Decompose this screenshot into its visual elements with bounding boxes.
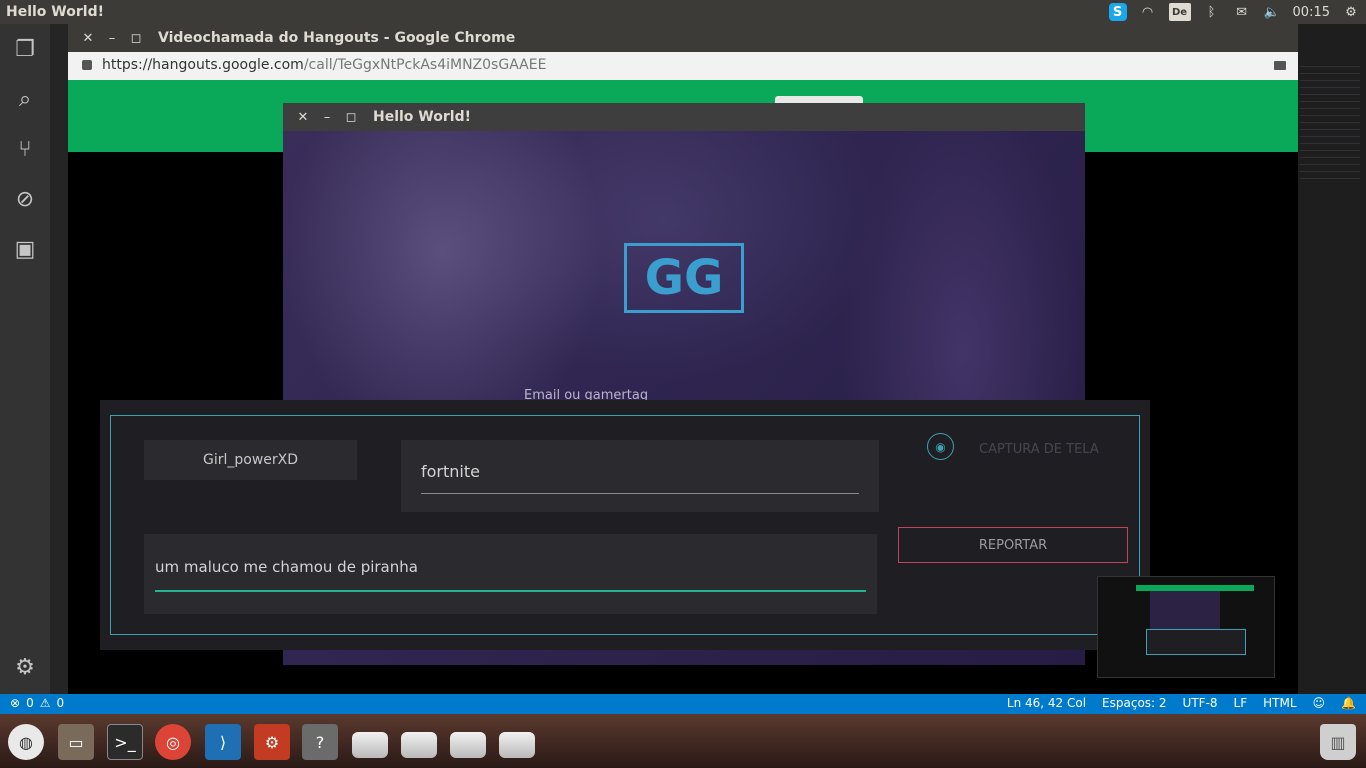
terminal-icon[interactable]: >_ [107, 724, 143, 760]
report-frame: Girl_powerXD fortnite um maluco me chamo… [110, 415, 1140, 635]
chrome-icon[interactable]: ◎ [155, 724, 191, 760]
gear-icon[interactable]: ⚙ [1342, 3, 1360, 21]
close-icon[interactable]: ✕ [295, 109, 311, 125]
chrome-window-title: Videochamada do Hangouts - Google Chrome [158, 30, 516, 46]
address-bar[interactable]: https://hangouts.google.com/call/TeGgxNt… [68, 52, 1298, 80]
hello-world-title: Hello World! [373, 109, 471, 125]
clock[interactable]: 00:15 [1293, 5, 1330, 20]
maximize-icon[interactable]: ◻ [343, 109, 359, 125]
status-bar: ⊗ 0 ⚠ 0 Ln 46, 42 Col Espaços: 2 UTF-8 LF … [0, 694, 1366, 714]
message-input[interactable]: um maluco me chamou de piranha [155, 552, 866, 592]
disk-icon[interactable] [401, 732, 437, 758]
disk-icon[interactable] [499, 732, 535, 758]
language-mode[interactable]: HTML [1263, 696, 1296, 710]
cursor-position[interactable]: Ln 46, 42 Col [1007, 696, 1086, 710]
chrome-titlebar: ✕ – ◻ Videochamada do Hangouts - Google … [68, 24, 1298, 52]
bluetooth-icon[interactable]: ᛒ [1203, 3, 1221, 21]
extensions-icon[interactable]: ▣ [10, 234, 40, 264]
indentation[interactable]: Espaços: 2 [1102, 696, 1167, 710]
disk-icon[interactable] [450, 732, 486, 758]
screen-capture-label[interactable]: CAPTURA DE TELA [979, 442, 1099, 457]
settings-gear-icon[interactable]: ⚙ [10, 652, 40, 682]
error-count: 0 [26, 696, 34, 710]
report-panel: Girl_powerXD fortnite um maluco me chamo… [100, 400, 1150, 650]
system-settings-icon[interactable]: ⚙ [254, 724, 290, 760]
screenshot-thumbnail[interactable] [1097, 576, 1275, 678]
ubuntu-logo-icon[interactable]: ◍ [8, 724, 44, 760]
search-icon[interactable]: ⌕ [10, 84, 40, 114]
volume-icon[interactable]: 🔈 [1263, 3, 1281, 21]
gg-logo: GG [624, 243, 744, 313]
url-host: https://hangouts.google.com [102, 57, 304, 73]
wifi-icon[interactable]: ◠ [1139, 3, 1157, 21]
bell-icon[interactable]: 🔔 [1341, 696, 1356, 710]
mail-icon[interactable]: ✉ [1233, 3, 1251, 21]
thumb-panel [1146, 629, 1246, 655]
minimize-icon[interactable]: – [319, 109, 335, 125]
status-problems[interactable]: ⊗ 0 ⚠ 0 [10, 696, 64, 710]
encoding[interactable]: UTF-8 [1183, 696, 1218, 710]
lock-icon[interactable] [82, 60, 92, 70]
trash-icon[interactable]: ▥ [1320, 724, 1356, 760]
line-ending[interactable]: LF [1234, 696, 1248, 710]
debug-icon[interactable]: ⊘ [10, 184, 40, 214]
active-app-title: Hello World! [6, 4, 104, 20]
camera-icon[interactable] [1274, 61, 1286, 70]
report-button[interactable]: REPORTAR [898, 527, 1128, 563]
source-control-icon[interactable]: ⑂ [10, 134, 40, 164]
vscode-icon[interactable]: ⟩ [205, 724, 241, 760]
close-icon[interactable]: ✕ [80, 30, 96, 46]
maximize-icon[interactable]: ◻ [128, 30, 144, 46]
files-icon[interactable]: ❐ [10, 34, 40, 64]
camera-capture-icon[interactable]: ◉ [927, 433, 954, 460]
system-tray: S ◠ De ᛒ ✉ 🔈 00:15 ⚙ [1108, 0, 1360, 24]
hello-world-titlebar: ✕ – ◻ Hello World! [283, 103, 1085, 131]
warning-count: 0 [56, 696, 65, 710]
help-icon[interactable]: ? [302, 724, 338, 760]
status-right: Ln 46, 42 Col Espaços: 2 UTF-8 LF HTML ☺… [1007, 696, 1356, 710]
feedback-icon[interactable]: ☺ [1313, 696, 1326, 710]
skype-icon[interactable]: S [1108, 3, 1127, 21]
disk-icon[interactable] [352, 732, 388, 758]
keyboard-layout-indicator[interactable]: De [1168, 3, 1191, 21]
dock: ◍ ▭ >_ ◎ ⟩ ⚙ ? ▥ [0, 714, 1366, 768]
username-badge: Girl_powerXD [144, 440, 357, 480]
top-panel: Hello World! S ◠ De ᛒ ✉ 🔈 00:15 ⚙ [0, 0, 1366, 24]
url-path: /call/TeGgxNtPckAs4iMNZ0sGAAEE [303, 57, 547, 73]
game-input[interactable]: fortnite [421, 458, 859, 494]
minimize-icon[interactable]: – [104, 30, 120, 46]
game-field-box: fortnite [401, 440, 879, 512]
error-icon: ⊗ [10, 696, 21, 710]
minimap[interactable] [1300, 60, 1360, 180]
files-app-icon[interactable]: ▭ [58, 724, 94, 760]
message-field-box: um maluco me chamou de piranha [144, 534, 877, 614]
activity-bar: ❐ ⌕ ⑂ ⊘ ▣ ⚙ [0, 24, 50, 694]
warning-icon: ⚠ [39, 696, 51, 710]
url-text[interactable]: https://hangouts.google.com/call/TeGgxNt… [102, 57, 546, 73]
explorer-sidebar [50, 24, 68, 694]
